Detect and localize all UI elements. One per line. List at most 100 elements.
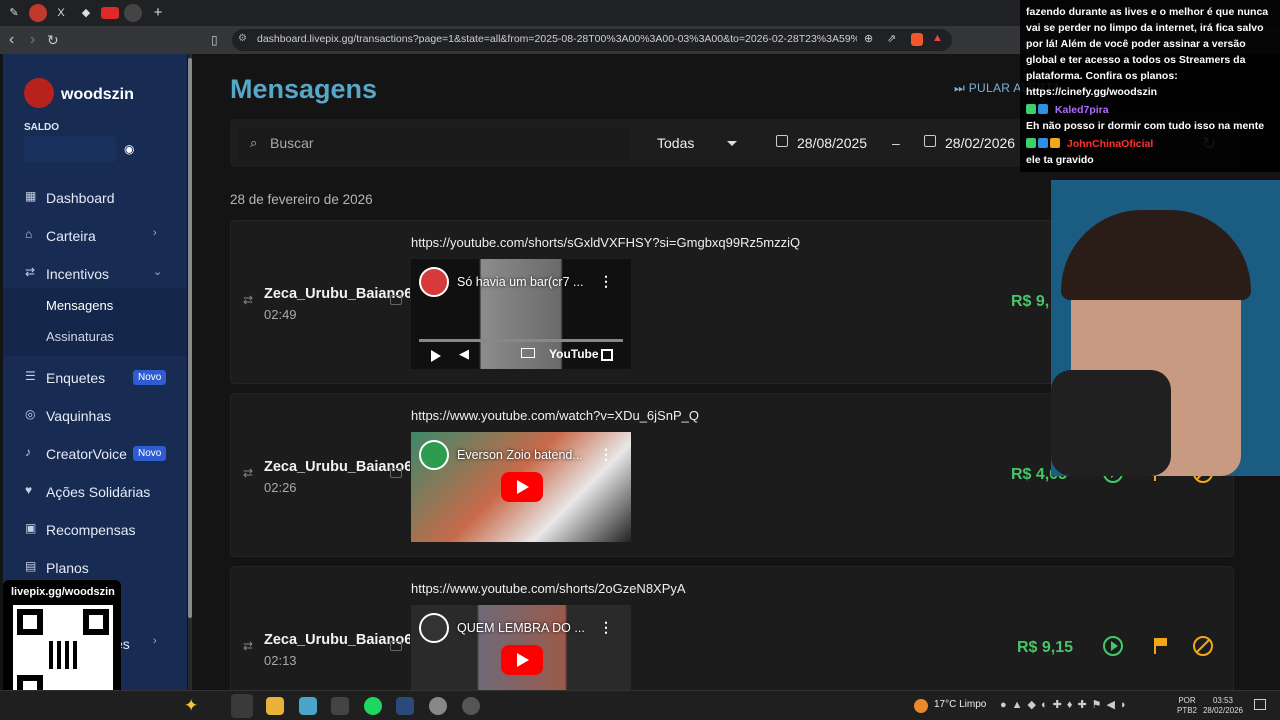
youtube-play-button[interactable] — [501, 472, 543, 502]
youtube-icon[interactable] — [101, 7, 119, 19]
more-options-icon[interactable]: ⋮ — [599, 619, 613, 636]
channel-avatar[interactable] — [419, 267, 449, 297]
calendar-icon — [924, 135, 936, 147]
plans-icon: ▤ — [25, 559, 37, 573]
flag-button[interactable] — [1151, 636, 1171, 656]
page-title: Mensagens — [230, 74, 378, 104]
chat-message: ele ta gravido — [1026, 154, 1094, 166]
language-indicator[interactable]: POR PTB2 — [1177, 696, 1197, 716]
chat-username: JohnChinaOficial — [1066, 138, 1154, 150]
new-badge: Novo — [133, 446, 167, 461]
reload-icon[interactable]: ↻ — [47, 31, 59, 49]
video-title[interactable]: Só havia um bar(cr7 ... — [457, 275, 583, 289]
skip-icon: ⏭ — [954, 81, 969, 95]
message-link[interactable]: https://youtube.com/shorts/sGxldVXFHSY?s… — [411, 235, 800, 250]
sidebar-item-creatorvoice[interactable]: ♪ CreatorVoice Novo — [3, 436, 187, 472]
system-tray-icons[interactable]: ●▲◆◐✚♦✚⚑◀◗ — [1000, 698, 1132, 711]
sidebar-item-acoes-solidarias[interactable]: ♥ Ações Solidárias — [3, 474, 187, 510]
sidebar-item-assinaturas[interactable]: Assinaturas — [46, 329, 114, 344]
file-explorer-icon[interactable] — [266, 697, 284, 715]
x-icon[interactable]: X — [52, 4, 70, 22]
chat-message: Eh não posso ir dormir com tudo isso na … — [1026, 120, 1265, 132]
calendar-icon — [776, 135, 788, 147]
sidebar-item-incentivos[interactable]: ⇄ Incentivos ⌄ — [3, 256, 187, 292]
list-icon: ☰ — [25, 369, 36, 383]
channel-avatar[interactable] — [419, 440, 449, 470]
video-title[interactable]: Everson Zoio batend... — [457, 448, 583, 462]
captions-icon[interactable] — [521, 348, 535, 358]
site-info-icon[interactable]: ⚙ — [238, 33, 247, 44]
steam-icon[interactable] — [396, 697, 414, 715]
balance-label: SALDO — [24, 122, 59, 133]
share-icon[interactable]: ⇗ — [887, 32, 896, 45]
incentivos-submenu: Mensagens Assinaturas — [3, 288, 187, 356]
youtube-embed[interactable]: Everson Zoio batend... ⋮ — [411, 432, 631, 542]
message-time: 02:49 — [264, 307, 297, 322]
sidebar-item-mensagens[interactable]: Mensagens — [46, 298, 113, 313]
sidebar-item-dashboard[interactable]: ▦ Dashboard — [3, 180, 187, 216]
youtube-play-button[interactable] — [501, 645, 543, 675]
block-button[interactable] — [1193, 636, 1213, 656]
notification-icon[interactable] — [1254, 699, 1266, 710]
avatar[interactable] — [24, 78, 54, 108]
message-username: Zeca_Urubu_Baiano69 — [264, 459, 410, 475]
brave-shield-icon[interactable] — [911, 33, 923, 46]
tab-icon[interactable]: ◆ — [77, 4, 95, 22]
clock[interactable]: 03:53 28/02/2026 — [1200, 696, 1246, 716]
swap-icon: ⇄ — [243, 466, 254, 480]
swap-icon: ⇄ — [243, 639, 254, 653]
chevron-down-icon: ⌄ — [153, 266, 163, 278]
app-icon[interactable] — [429, 697, 447, 715]
message-link[interactable]: https://www.youtube.com/watch?v=XDu_6jSn… — [411, 408, 699, 423]
taskbar: ✦ 17°C Limpo ●▲◆◐✚♦✚⚑◀◗ POR PTB2 03:53 2… — [0, 690, 1280, 720]
new-tab-icon[interactable]: + — [149, 4, 167, 22]
more-options-icon[interactable]: ⋮ — [599, 273, 613, 290]
state-select[interactable]: Todas — [645, 127, 745, 159]
message-link[interactable]: https://www.youtube.com/shorts/2oGzeN8XP… — [411, 581, 686, 596]
youtube-embed[interactable]: QUEM LEMBRA DO ... ⋮ — [411, 605, 631, 691]
balance-value-hidden — [24, 136, 116, 162]
eye-icon[interactable]: ◉ — [124, 142, 134, 156]
qr-finder — [83, 609, 109, 635]
username: woodszin — [61, 86, 134, 103]
youtube-embed[interactable]: Só havia um bar(cr7 ... ⋮ ◀ YouTube — [411, 259, 631, 369]
obs-icon[interactable] — [462, 697, 480, 715]
more-options-icon[interactable]: ⋮ — [599, 446, 613, 463]
video-title[interactable]: QUEM LEMBRA DO ... — [457, 621, 585, 635]
brave-rewards-icon[interactable]: ▲ — [932, 32, 943, 44]
play-icon[interactable] — [431, 350, 441, 362]
sidebar-item-enquetes[interactable]: ☰ Enquetes Novo — [3, 360, 187, 396]
bookmark-icon[interactable]: ▯ — [211, 31, 218, 49]
search-input[interactable] — [270, 132, 610, 154]
piggy-icon: ◎ — [25, 407, 36, 421]
zoom-icon[interactable]: ⊕ — [864, 32, 873, 45]
active-tab-icon[interactable] — [124, 4, 142, 22]
tab-icon[interactable]: ✎ — [5, 4, 23, 22]
message-amount: R$ 9, — [1011, 293, 1050, 310]
brave-taskbar-icon[interactable] — [231, 694, 253, 718]
sidebar-item-vaquinhas[interactable]: ◎ Vaquinhas — [3, 398, 187, 434]
search-icon: ⌕ — [250, 135, 258, 150]
date-separator: – — [892, 135, 900, 151]
volume-icon[interactable]: ◀ — [459, 346, 469, 362]
bank-icon: ⌂ — [25, 227, 33, 241]
replay-button[interactable] — [1103, 636, 1123, 656]
back-icon[interactable]: ‹ — [9, 31, 14, 49]
tab-icon[interactable] — [29, 4, 47, 22]
heart-icon: ♥ — [25, 483, 33, 497]
channel-avatar[interactable] — [419, 613, 449, 643]
copilot-icon[interactable]: ✦ — [184, 696, 198, 716]
app-icon[interactable] — [299, 697, 317, 715]
badge-icon — [1050, 138, 1060, 148]
app-icon[interactable] — [331, 697, 349, 715]
spotify-icon[interactable] — [364, 697, 382, 715]
sidebar-item-recompensas[interactable]: ▣ Recompensas — [3, 512, 187, 548]
weather-text[interactable]: 17°C Limpo — [934, 699, 986, 710]
address-bar[interactable]: ⚙ dashboard.livepix.gg/transactions?page… — [232, 29, 952, 51]
sidebar-item-carteira[interactable]: ⌂ Carteira › — [3, 218, 187, 254]
progress-bar[interactable] — [419, 339, 623, 342]
forward-icon[interactable]: › — [30, 31, 35, 49]
chevron-right-icon: › — [153, 227, 157, 239]
youtube-logo[interactable]: YouTube — [549, 347, 599, 361]
fullscreen-icon[interactable] — [601, 349, 613, 361]
